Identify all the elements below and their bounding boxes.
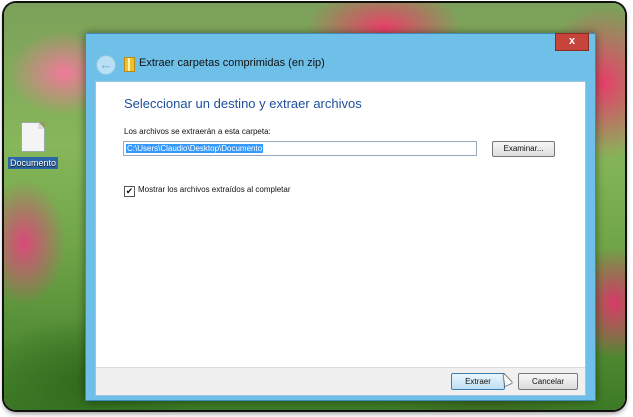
dialog-title: Extraer carpetas comprimidas (en zip)	[139, 57, 325, 69]
desktop-file-label: Documento	[7, 157, 59, 169]
cancel-button[interactable]: Cancelar	[518, 373, 578, 390]
extract-dialog: x ← Extraer carpetas comprimidas (en zip…	[85, 33, 596, 401]
browse-button[interactable]: Examinar...	[492, 141, 555, 157]
document-icon	[21, 122, 45, 152]
destination-path-text: C:\Users\Claudio\Desktop\Documento	[126, 144, 264, 153]
dialog-content: Seleccionar un destino y extraer archivo…	[95, 81, 586, 396]
page-heading: Seleccionar un destino y extraer archivo…	[124, 96, 362, 111]
back-arrow-icon[interactable]: ←	[96, 55, 116, 75]
extract-button[interactable]: Extraer	[451, 373, 505, 390]
destination-label: Los archivos se extraerán a esta carpeta…	[124, 127, 271, 136]
desktop-background: Documento x ← Extraer carpetas comprimid…	[4, 3, 625, 410]
show-files-option[interactable]: ✔ Mostrar los archivos extraídos al compl…	[124, 185, 291, 197]
desktop-file-icon[interactable]: Documento	[4, 122, 62, 171]
destination-path-input[interactable]: C:\Users\Claudio\Desktop\Documento	[123, 141, 477, 156]
show-files-label: Mostrar los archivos extraídos al comple…	[138, 185, 291, 194]
show-files-checkbox[interactable]: ✔	[124, 186, 135, 197]
zip-folder-icon	[124, 57, 135, 72]
close-button[interactable]: x	[555, 33, 589, 51]
